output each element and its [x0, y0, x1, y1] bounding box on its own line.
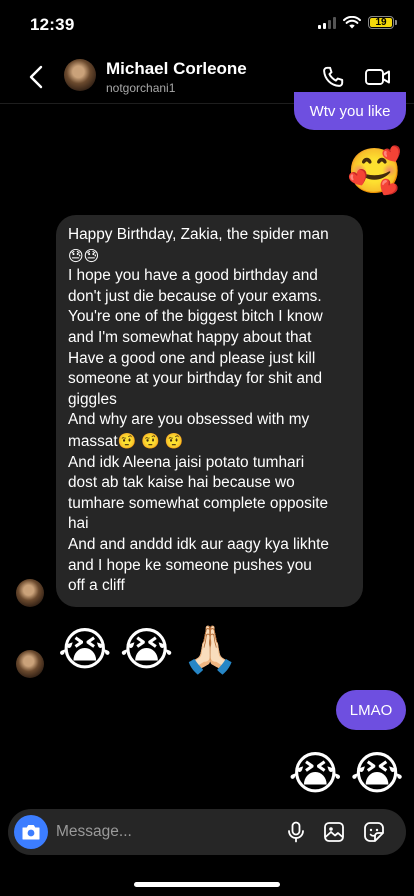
contact-avatar[interactable] [64, 59, 96, 91]
message-line: and I'm somewhat happy about that [68, 328, 312, 346]
message-line: off a cliff [68, 577, 125, 595]
message-line: And and anddd idk aur aagy kya likhte [68, 535, 329, 553]
message-line: don't just die because of your exams. [68, 287, 322, 305]
crying-face-emoji: 😭 [58, 622, 112, 676]
message-emoji: 🤨 🤨 🤨 [117, 431, 184, 450]
sticker-icon [364, 822, 384, 842]
phone-icon [323, 66, 344, 87]
wifi-icon [343, 16, 361, 29]
message-line: giggles [68, 390, 117, 408]
sent-message[interactable]: Wtv you like [294, 92, 406, 130]
contact-name[interactable]: Michael Corleone [106, 59, 247, 79]
sent-emoji-message[interactable]: 😭 😭 [289, 750, 405, 796]
status-bar: 12:39 19 [0, 0, 414, 48]
camera-button[interactable] [14, 815, 48, 849]
sent-emoji-message[interactable]: 🥰 [347, 150, 402, 194]
voice-message-button[interactable] [284, 820, 308, 844]
chevron-left-icon [29, 65, 43, 89]
back-button[interactable] [24, 64, 48, 90]
crying-face-emoji: 😭 [288, 746, 343, 800]
gallery-button[interactable] [322, 820, 346, 844]
crying-face-emoji: 😭 [119, 622, 174, 676]
message-line: and I hope ke someone pushes you [68, 556, 312, 574]
audio-call-button[interactable] [320, 64, 346, 90]
message-line: hai [68, 515, 89, 533]
battery-icon: 19 [368, 16, 397, 29]
status-time: 12:39 [30, 15, 75, 34]
video-camera-icon [365, 69, 390, 85]
camera-icon [22, 825, 40, 840]
message-line: tumhare somewhat complete opposite [68, 494, 329, 512]
sticker-button[interactable] [362, 820, 386, 844]
message-composer [8, 809, 406, 855]
message-line: massat🤨 🤨 🤨 [68, 431, 351, 453]
status-icons: 19 [318, 16, 397, 29]
sender-avatar[interactable] [16, 579, 44, 607]
message-text: massat [68, 432, 118, 450]
battery-level: 19 [375, 16, 387, 28]
sender-avatar[interactable] [16, 650, 44, 678]
message-line: someone at your birthday for shit and [68, 370, 323, 388]
message-line: Have a good one and please just kill [68, 349, 316, 367]
contact-handle[interactable]: notgorchani1 [106, 81, 175, 95]
home-indicator[interactable] [134, 882, 280, 887]
message-line: You're one of the biggest bitch I know [68, 308, 323, 326]
message-line: I hope you have a good birthday and [68, 267, 318, 285]
image-icon [324, 822, 344, 842]
crying-face-emoji: 😭 [350, 746, 404, 800]
battery-fill: 19 [370, 16, 392, 28]
message-input[interactable] [56, 809, 276, 855]
message-line: And why are you obsessed with my [68, 411, 310, 429]
sent-message[interactable]: LMAO [336, 690, 406, 730]
folded-hands-emoji: 🙏🏻 [181, 622, 239, 676]
video-call-button[interactable] [364, 64, 392, 90]
message-line: dost ab tak kaise hai because wo [68, 474, 295, 492]
message-line: Happy Birthday, Zakia, the spider man [68, 226, 329, 243]
received-emoji-message[interactable]: 😭 😭 🙏🏻 [58, 626, 239, 672]
message-line: And idk Aleena jaisi potato tumhari [68, 453, 305, 471]
received-message[interactable]: Happy Birthday, Zakia, the spider man 😓😓… [56, 215, 363, 607]
message-emoji: 😓😓 [68, 246, 100, 265]
microphone-icon [288, 821, 304, 843]
cellular-signal-icon [318, 16, 336, 29]
